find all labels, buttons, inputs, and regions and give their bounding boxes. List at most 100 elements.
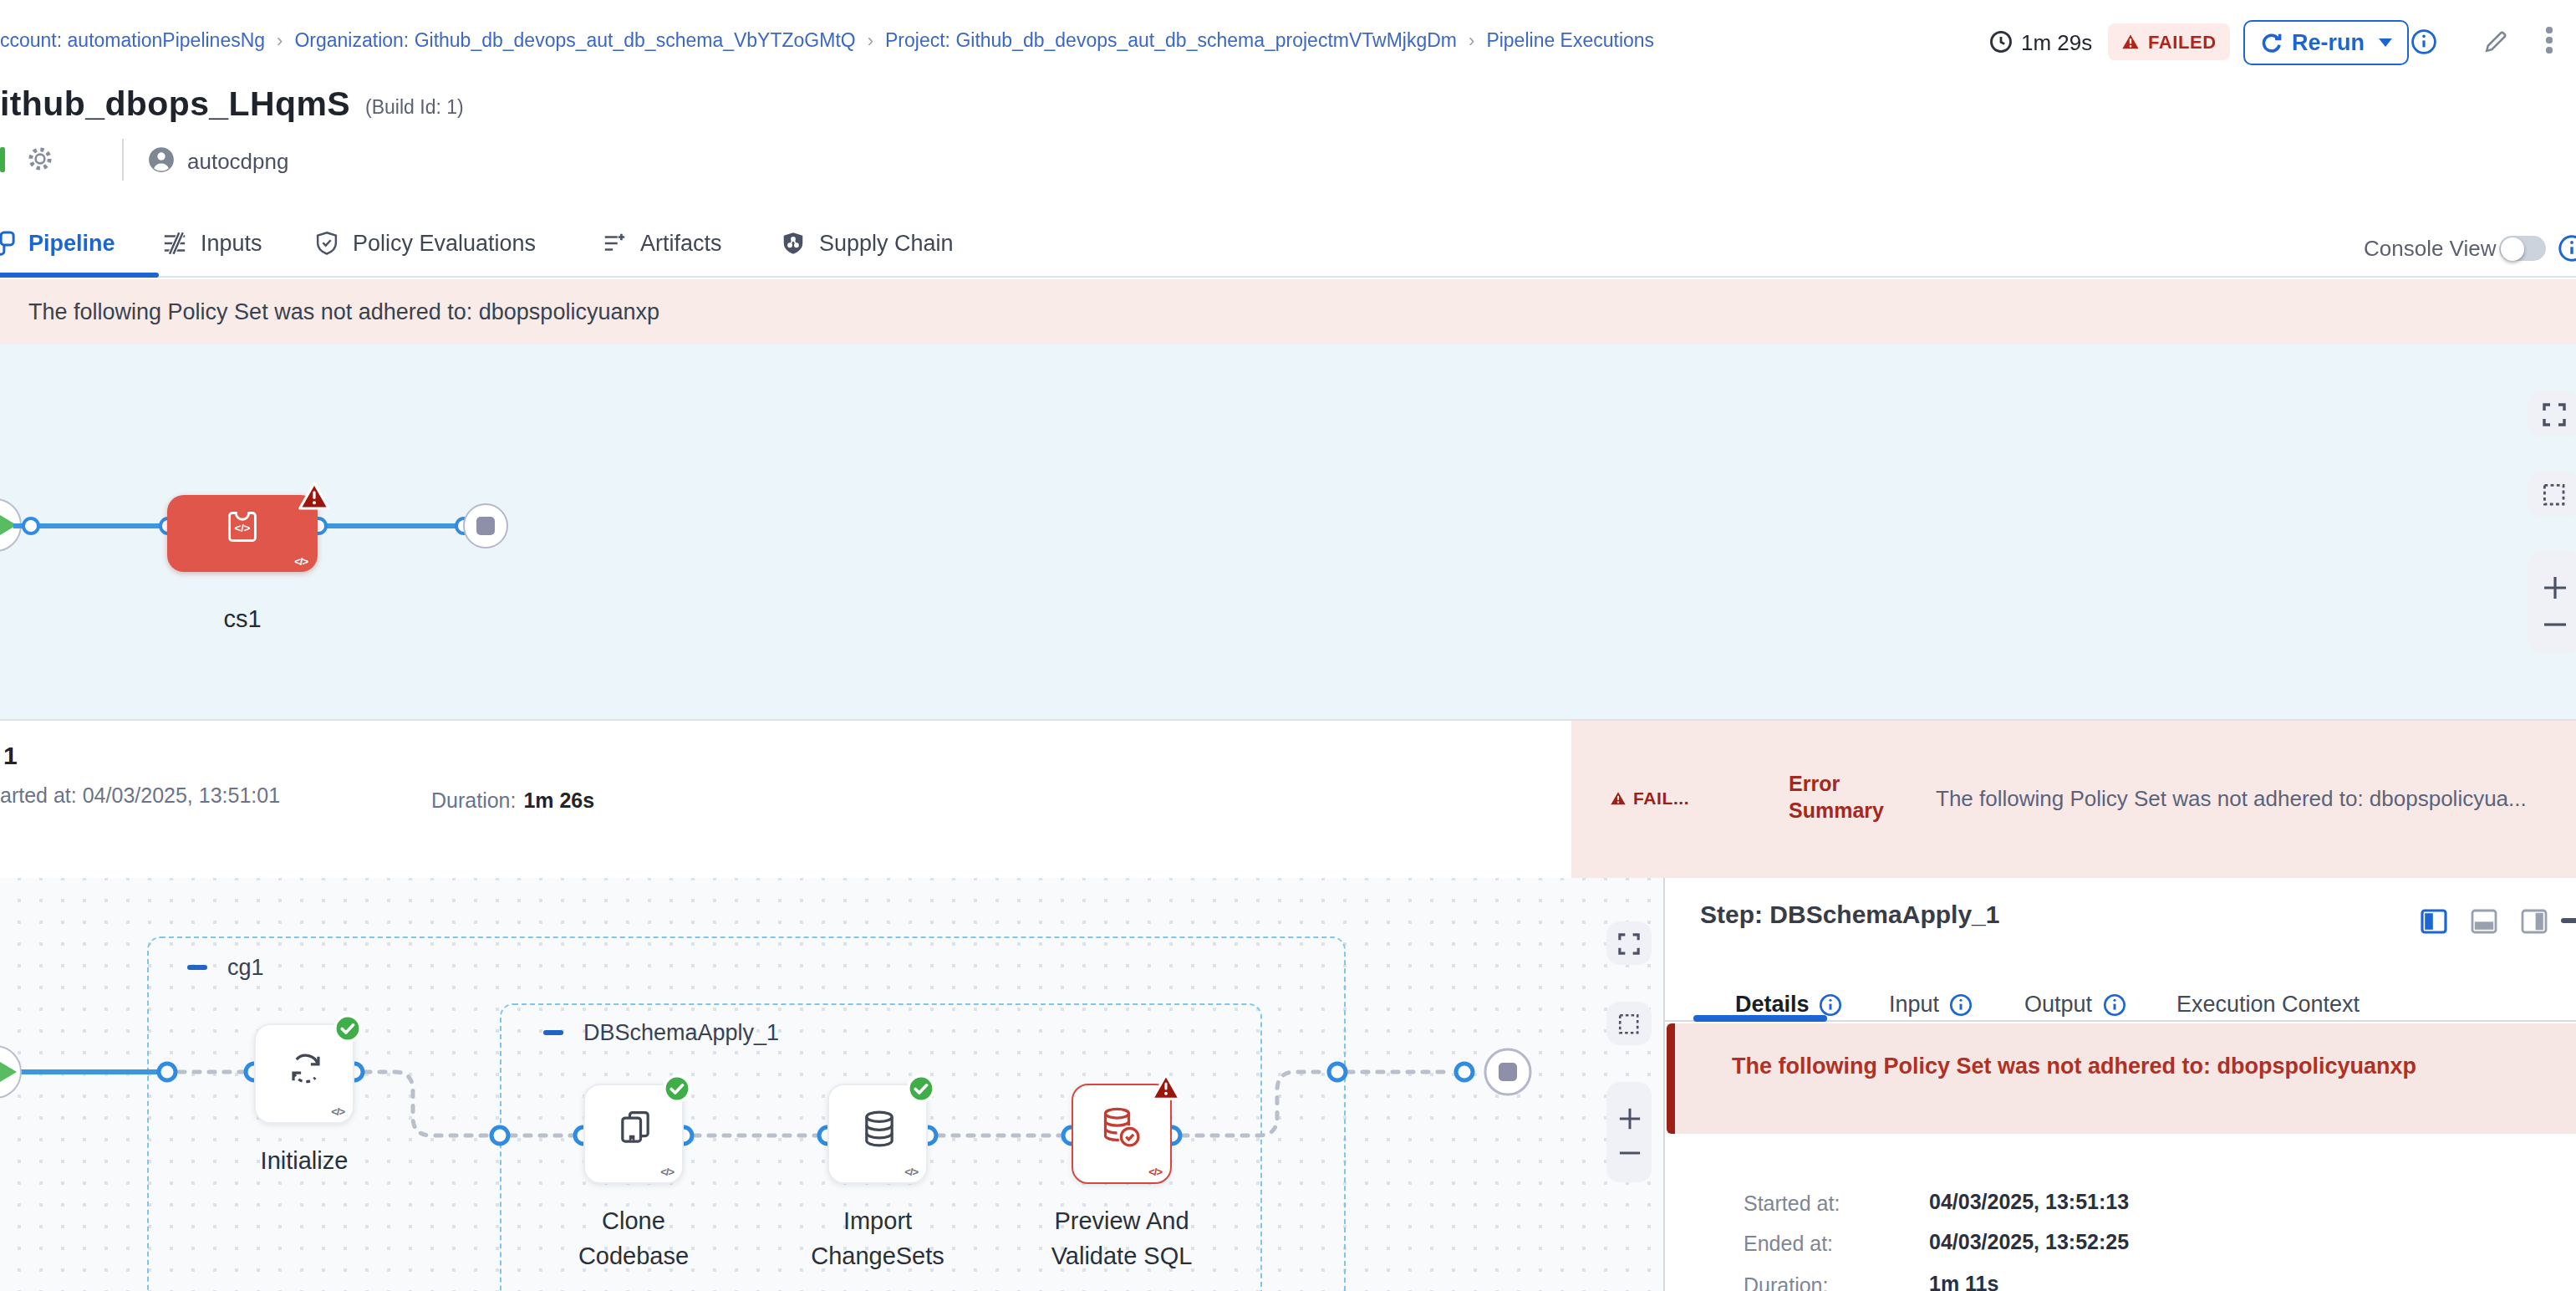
marquee-icon — [1618, 1013, 1640, 1034]
tab-pipeline-label: Pipeline — [28, 231, 115, 256]
page-title: ithub_dbops_LHqmS — [0, 84, 350, 124]
step-node-clone-codebase[interactable]: </> — [583, 1084, 684, 1184]
panel-tab-output[interactable]: Output — [2024, 992, 2125, 1017]
breadcrumb-project[interactable]: Project: Github_db_devops_aut_db_schema_… — [885, 30, 1457, 50]
layout-left-icon[interactable] — [2421, 908, 2447, 935]
tab-bar: Pipeline Inputs Policy Evaluations Artif… — [0, 217, 2576, 278]
info-icon — [1949, 992, 1973, 1016]
tab-inputs-label: Inputs — [201, 231, 262, 256]
tab-policy-label: Policy Evaluations — [353, 231, 536, 256]
step-label: Initialize — [204, 1144, 405, 1179]
breadcrumb-account[interactable]: ccount: automationPipelinesNg — [0, 30, 265, 50]
stage-node-cs1[interactable]: </> </> — [167, 495, 318, 572]
console-view-toggle[interactable] — [2499, 236, 2546, 261]
ended-at-label: Ended at: — [1744, 1232, 1833, 1256]
zoom-to-fit-button[interactable] — [1606, 921, 1652, 965]
success-badge-icon — [333, 1013, 363, 1044]
step-label: Import ChangeSets — [777, 1204, 978, 1274]
code-tag: </> — [331, 1105, 344, 1117]
stage-node-label: cs1 — [167, 605, 318, 632]
tab-inputs[interactable]: Inputs — [162, 231, 262, 256]
zoom-in-button[interactable] — [1617, 1107, 1641, 1130]
collapse-panel-icon[interactable] — [2561, 918, 2576, 922]
database-icon — [858, 1107, 901, 1151]
marquee-select-button[interactable] — [2528, 472, 2576, 517]
duration-label: Duration: — [1744, 1274, 1828, 1291]
step-node-initialize[interactable]: </> — [254, 1023, 354, 1124]
chevron-down-icon — [2378, 38, 2391, 47]
fail-badge: FAIL... — [1610, 788, 1689, 808]
pipeline-execution-page: ccount: automationPipelinesNg › Organiza… — [0, 0, 2576, 1291]
divider — [122, 139, 124, 181]
layout-right-icon[interactable] — [2521, 908, 2548, 935]
shield-check-icon — [314, 231, 339, 256]
step-node-preview-validate-sql[interactable]: </> — [1072, 1084, 1172, 1184]
stage-graph-canvas[interactable]: </> </> cs1 — [0, 344, 2576, 719]
zoom-out-button[interactable] — [2542, 620, 2567, 629]
error-badge-icon — [1150, 1072, 1182, 1102]
marquee-select-button[interactable] — [1606, 1002, 1652, 1045]
panel-tab-input[interactable]: Input — [1889, 992, 1973, 1017]
gear-icon[interactable] — [27, 145, 53, 172]
module-color-strip — [0, 147, 5, 172]
title-row: ithub_dbops_LHqmS (Build Id: 1) — [0, 80, 464, 127]
panel-tab-details[interactable]: Details — [1735, 992, 1843, 1017]
clock-icon — [1989, 30, 2013, 54]
stop-icon — [476, 516, 494, 534]
svg-text:</>: </> — [234, 522, 250, 534]
warning-icon — [1610, 790, 1627, 805]
layout-bottom-icon[interactable] — [2471, 908, 2497, 935]
info-icon[interactable] — [2558, 234, 2576, 263]
rerun-button[interactable]: Re-run — [2243, 20, 2408, 65]
policy-banner-text: The following Policy Set was not adhered… — [28, 299, 659, 324]
panel-tab-execution-context[interactable]: Execution Context — [2176, 992, 2360, 1017]
trigger-user: autocdpng — [187, 149, 288, 174]
success-badge-icon — [662, 1074, 692, 1104]
zoom-in-button[interactable] — [2542, 575, 2567, 600]
zoom-out-button[interactable] — [1617, 1149, 1641, 1157]
step-label: Preview And Validate SQL — [1021, 1204, 1222, 1274]
policy-banner: The following Policy Set was not adhered… — [0, 279, 2576, 344]
warning-icon — [2121, 33, 2140, 50]
connector-dot — [22, 516, 40, 534]
stage-name: 1 — [3, 741, 18, 769]
policy-alert: The following Policy Set was not adhered… — [1667, 1023, 2576, 1134]
zoom-to-fit-button[interactable] — [2528, 391, 2576, 436]
info-icon — [1820, 992, 1843, 1016]
tab-supply-label: Supply Chain — [819, 231, 954, 256]
fullscreen-icon — [1618, 932, 1640, 954]
marquee-icon — [2543, 482, 2566, 506]
ended-at-value: 04/03/2025, 13:52:25 — [1929, 1231, 2129, 1254]
sync-icon — [284, 1047, 328, 1090]
code-tag: </> — [660, 1166, 674, 1177]
rerun-label: Re-run — [2292, 30, 2365, 55]
breadcrumb-separator: › — [277, 30, 283, 50]
edit-icon[interactable] — [2482, 28, 2509, 55]
started-at-label: Started at: — [1744, 1192, 1840, 1216]
error-summary-label: Error Summary — [1789, 771, 1899, 824]
success-badge-icon — [906, 1074, 936, 1104]
more-options-icon[interactable] — [2546, 27, 2552, 53]
code-tag: </> — [294, 555, 308, 567]
tab-supply-chain[interactable]: Supply Chain — [781, 231, 954, 256]
breadcrumb-pipeline-executions[interactable]: Pipeline Executions — [1486, 30, 1654, 50]
panel-tab-output-label: Output — [2024, 992, 2092, 1017]
panel-active-tab-underline — [1693, 1015, 1827, 1021]
user-avatar-icon — [147, 145, 176, 174]
status-text: FAILED — [2148, 32, 2217, 52]
play-icon — [0, 1061, 17, 1081]
panel-tab-details-label: Details — [1735, 992, 1810, 1017]
tab-pipeline[interactable]: Pipeline — [0, 231, 115, 256]
code-tag: </> — [1148, 1166, 1162, 1177]
alert-left-bar — [1667, 1023, 1675, 1134]
active-tab-underline — [0, 273, 159, 278]
step-node-import-changesets[interactable]: </> — [827, 1084, 928, 1184]
artifacts-icon — [602, 231, 627, 256]
info-icon[interactable] — [2411, 28, 2437, 55]
execution-graph-canvas[interactable]: cg1 DBSchemaApply_1 — [0, 878, 1663, 1291]
started-at-value: 04/03/2025, 13:51:13 — [1929, 1191, 2129, 1214]
tab-artifacts[interactable]: Artifacts — [602, 231, 722, 256]
tab-policy-evaluations[interactable]: Policy Evaluations — [314, 231, 536, 256]
breadcrumb: ccount: automationPipelinesNg › Organiza… — [0, 22, 1654, 59]
breadcrumb-organization[interactable]: Organization: Github_db_devops_aut_db_sc… — [294, 30, 855, 50]
